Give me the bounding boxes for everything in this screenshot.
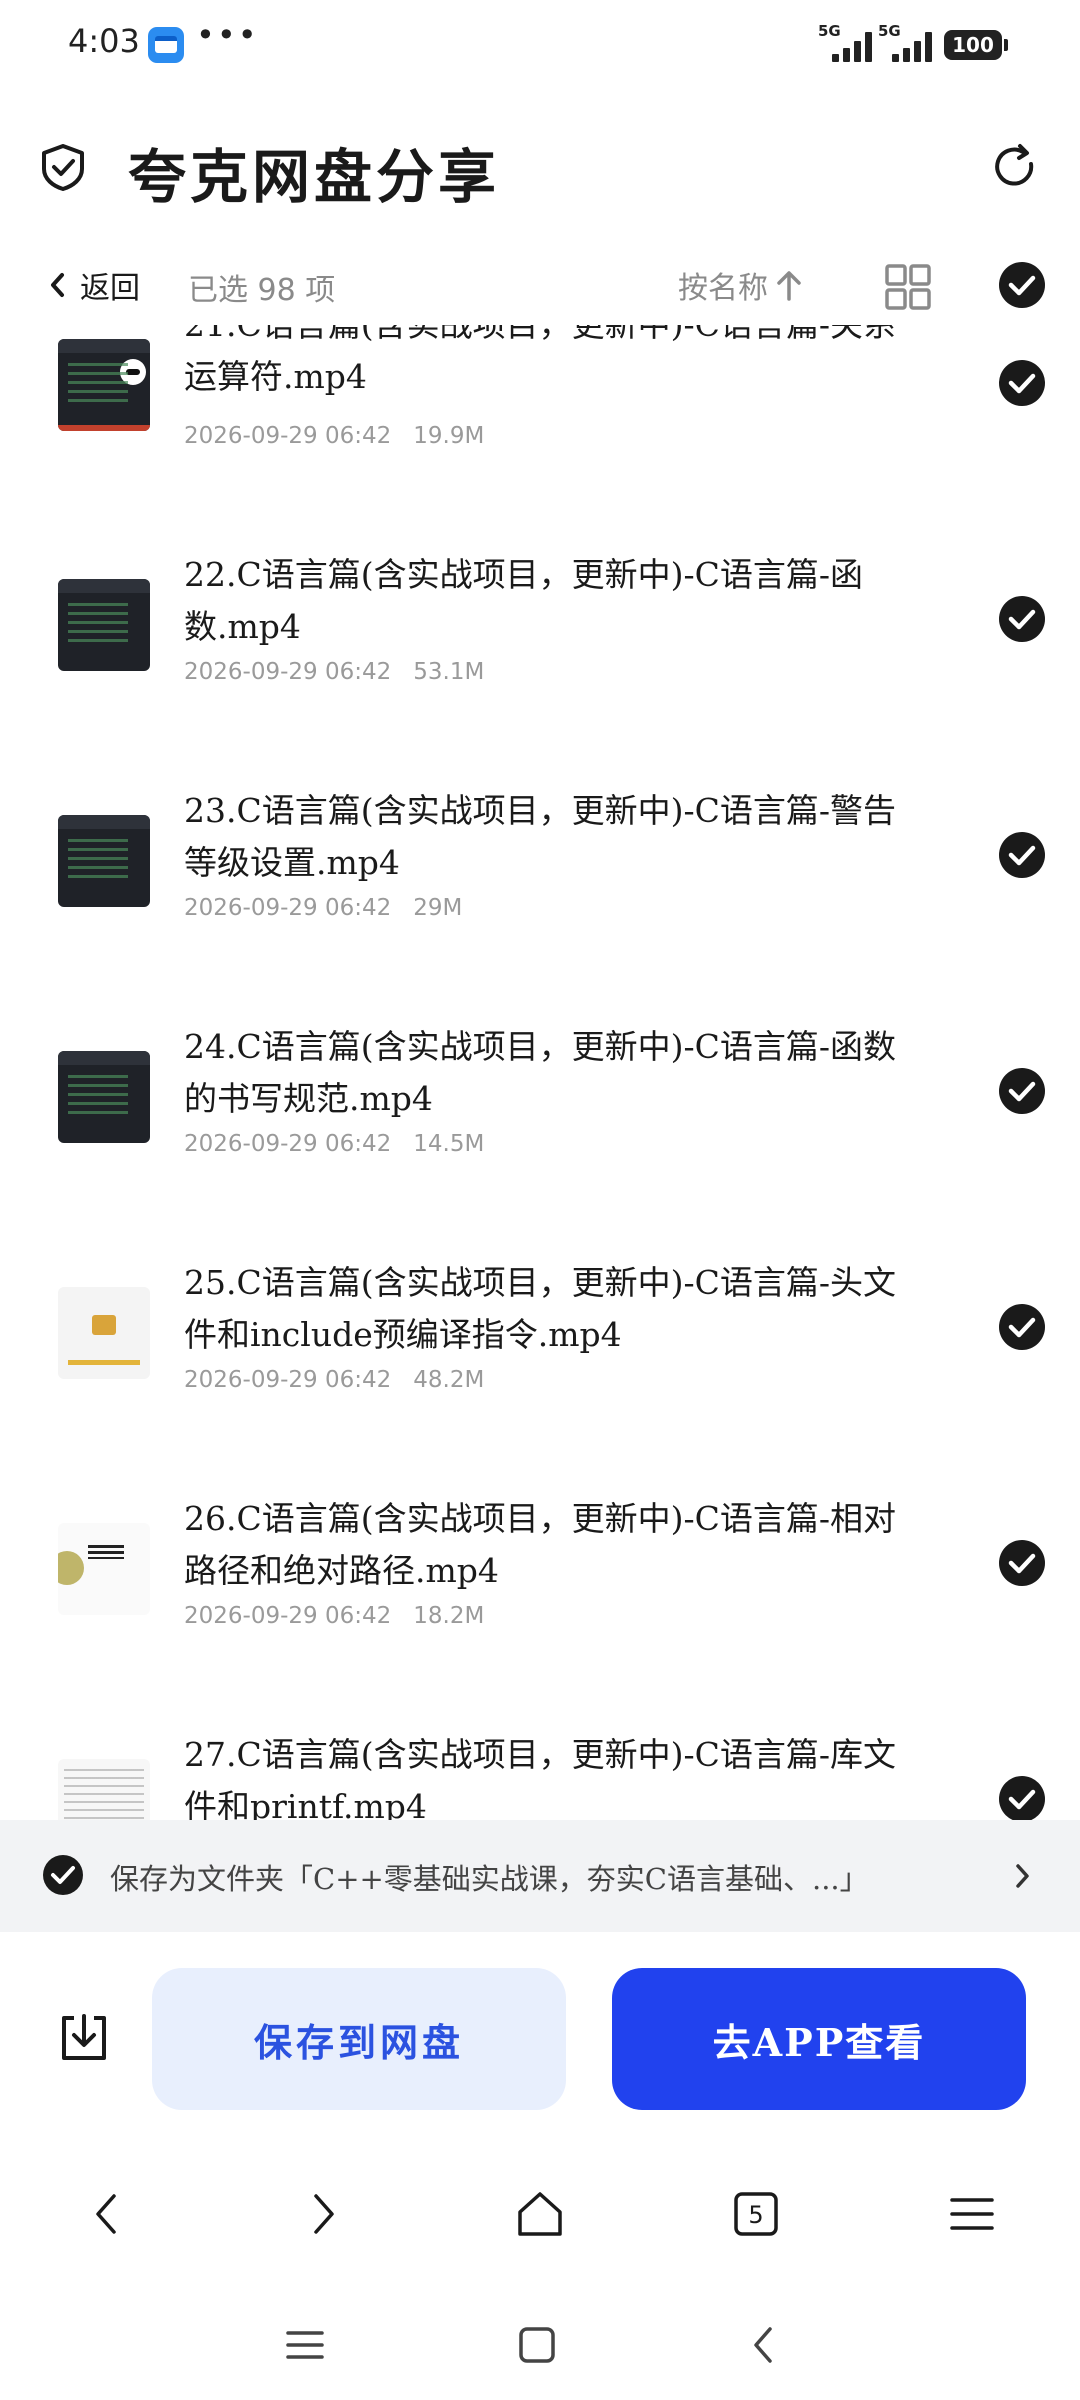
list-item[interactable]: 26.C语言篇(含实战项目，更新中)-C语言篇-相对路径和绝对路径.mp4 20… <box>0 1493 1080 1729</box>
page-title: 夸克网盘分享 <box>128 143 501 211</box>
file-size: 18.2M <box>413 1603 485 1629</box>
file-size: 29M <box>413 895 463 921</box>
status-time: 4:03 <box>68 22 140 60</box>
file-meta: 2026-09-29 06:42 48.2M <box>184 1367 484 1393</box>
video-thumbnail <box>58 339 150 431</box>
grid-view-icon[interactable] <box>884 263 932 311</box>
file-meta: 2026-09-29 06:42 53.1M <box>184 659 484 685</box>
list-item[interactable]: 24.C语言篇(含实战项目，更新中)-C语言篇-函数的书写规范.mp4 2026… <box>0 1021 1080 1257</box>
video-thumbnail <box>58 579 150 671</box>
sort-button[interactable]: 按名称 <box>678 263 804 307</box>
signal-2-icon: 5G <box>878 22 938 64</box>
file-date: 2026-09-29 06:42 <box>184 1131 392 1157</box>
tab-count: 5 <box>748 2201 764 2229</box>
list-item[interactable]: 23.C语言篇(含实战项目，更新中)-C语言篇-警告等级设置.mp4 2026-… <box>0 785 1080 1021</box>
file-name: 23.C语言篇(含实战项目，更新中)-C语言篇-警告等级设置.mp4 <box>184 791 897 882</box>
check-circle-icon[interactable] <box>998 1067 1046 1115</box>
file-name: 26.C语言篇(含实战项目，更新中)-C语言篇-相对路径和绝对路径.mp4 <box>184 1499 897 1590</box>
check-circle-icon[interactable] <box>998 1775 1046 1820</box>
check-circle-icon[interactable] <box>998 831 1046 879</box>
menu-icon[interactable] <box>942 2184 1002 2244</box>
file-name: 21.C语言篇(含实战项目，更新中)-C语言篇-关系运算符.mp4 <box>184 325 896 396</box>
video-thumbnail <box>58 1287 150 1379</box>
save-as-folder-option[interactable]: 保存为文件夹「C++零基础实战课，夯实C语言基础、...」 <box>0 1820 1080 1932</box>
file-date: 2026-09-29 06:42 <box>184 659 392 685</box>
check-circle-icon[interactable] <box>998 595 1046 643</box>
file-name: 22.C语言篇(含实战项目，更新中)-C语言篇-函数.mp4 <box>184 555 864 646</box>
signal-1-icon: 5G <box>818 22 878 64</box>
chevron-right-icon[interactable] <box>1012 1858 1034 1894</box>
check-circle-icon[interactable] <box>998 1539 1046 1587</box>
file-size: 14.5M <box>413 1131 485 1157</box>
selection-toolbar: 返回 已选 98 项 按名称 <box>0 245 1080 325</box>
chevron-left-icon <box>51 273 64 297</box>
sort-label: 按名称 <box>678 271 768 306</box>
video-thumbnail <box>58 1759 150 1820</box>
sort-up-arrow-icon <box>777 271 801 301</box>
select-all-check-icon[interactable] <box>998 261 1046 309</box>
action-bar: 保存到网盘 去APP查看 <box>0 1932 1080 2132</box>
open-in-app-button[interactable]: 去APP查看 <box>612 1968 1026 2110</box>
selected-count: 已选 98 项 <box>188 273 336 308</box>
system-home-icon[interactable] <box>512 2320 562 2370</box>
file-name: 25.C语言篇(含实战项目，更新中)-C语言篇-头文件和include预编译指令… <box>184 1263 897 1354</box>
file-size: 19.9M <box>413 423 485 449</box>
file-date: 2026-09-29 06:42 <box>184 1367 392 1393</box>
file-name: 27.C语言篇(含实战项目，更新中)-C语言篇-库文件和printf.mp4 <box>184 1735 897 1820</box>
list-item[interactable]: 25.C语言篇(含实战项目，更新中)-C语言篇-头文件和include预编译指令… <box>0 1257 1080 1493</box>
notification-app-icon <box>148 27 184 63</box>
recent-apps-icon[interactable] <box>280 2320 330 2370</box>
download-icon[interactable] <box>56 2010 112 2066</box>
check-circle-icon[interactable] <box>998 359 1046 407</box>
file-date: 2026-09-29 06:42 <box>184 423 392 449</box>
file-name: 24.C语言篇(含实战项目，更新中)-C语言篇-函数的书写规范.mp4 <box>184 1027 897 1118</box>
shield-check-icon[interactable] <box>38 142 88 192</box>
file-meta: 2026-09-29 06:42 29M <box>184 895 462 921</box>
file-date: 2026-09-29 06:42 <box>184 895 392 921</box>
file-meta: 2026-09-29 06:42 14.5M <box>184 1131 484 1157</box>
list-item[interactable]: 22.C语言篇(含实战项目，更新中)-C语言篇-函数.mp4 2026-09-2… <box>0 549 1080 785</box>
forward-icon[interactable] <box>292 2184 352 2244</box>
video-thumbnail <box>58 815 150 907</box>
check-circle-icon[interactable] <box>998 1303 1046 1351</box>
save-to-drive-button[interactable]: 保存到网盘 <box>152 1968 566 2110</box>
system-nav-bar <box>0 2290 1080 2400</box>
status-bar: 4:03 ••• 5G 5G 100 <box>0 0 1080 90</box>
system-back-icon[interactable] <box>740 2320 790 2370</box>
file-list[interactable]: 21.C语言篇(含实战项目，更新中)-C语言篇-关系运算符.mp4 2026-0… <box>0 325 1080 1820</box>
file-meta: 2026-09-29 06:42 18.2M <box>184 1603 484 1629</box>
file-date: 2026-09-29 06:42 <box>184 1603 392 1629</box>
video-thumbnail <box>58 1523 150 1615</box>
battery-icon: 100 <box>944 30 1008 60</box>
refresh-icon[interactable] <box>990 142 1040 192</box>
list-item[interactable]: 21.C语言篇(含实战项目，更新中)-C语言篇-关系运算符.mp4 2026-0… <box>0 325 1080 549</box>
tabs-button[interactable]: 5 <box>726 2184 786 2244</box>
battery-level: 100 <box>952 33 994 57</box>
back-button[interactable]: 返回 <box>44 265 140 306</box>
file-size: 53.1M <box>413 659 485 685</box>
list-item[interactable]: 27.C语言篇(含实战项目，更新中)-C语言篇-库文件和printf.mp4 <box>0 1729 1080 1820</box>
more-notifications-icon: ••• <box>196 16 259 54</box>
home-icon[interactable] <box>510 2184 570 2244</box>
back-label: 返回 <box>80 271 140 306</box>
file-size: 48.2M <box>413 1367 485 1393</box>
check-circle-icon[interactable] <box>42 1854 84 1896</box>
back-icon[interactable] <box>78 2184 138 2244</box>
browser-nav-bar: 5 <box>0 2160 1080 2270</box>
folder-notice-text: 保存为文件夹「C++零基础实战课，夯实C语言基础、...」 <box>110 1862 869 1896</box>
header: 夸克网盘分享 <box>0 110 1080 220</box>
video-thumbnail <box>58 1051 150 1143</box>
file-meta: 2026-09-29 06:42 19.9M <box>184 423 484 449</box>
